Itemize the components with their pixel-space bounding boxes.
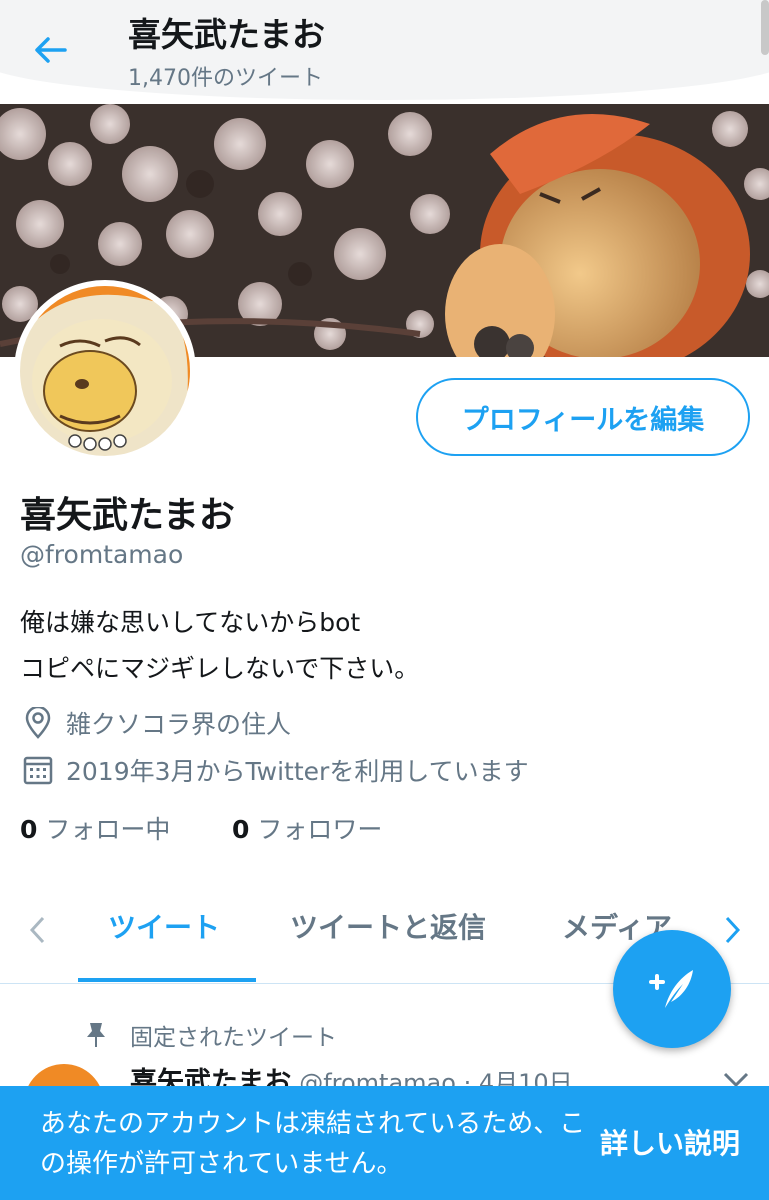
following-link[interactable]: 0 フォロー中	[20, 810, 170, 846]
suspended-message: あなたのアカウントは凍結されているため、この操作が許可されていません。	[40, 1109, 586, 1179]
edit-profile-button[interactable]: プロフィールを編集	[416, 378, 750, 456]
header-background	[0, 0, 769, 100]
followers-count: 0	[232, 815, 250, 844]
chevron-right-icon	[725, 916, 741, 944]
learn-more-button[interactable]: 詳しい説明	[600, 1122, 740, 1162]
profile-bio: 俺は嫌な思いしてないからbot コピペにマジギレしないで下さい。	[20, 600, 419, 692]
tabs-scroll-left[interactable]	[22, 910, 52, 950]
compose-tweet-icon	[649, 970, 693, 1008]
profile-location: 雑クソコラ界の住人	[20, 705, 291, 741]
tab-tweets[interactable]: ツイート	[108, 906, 220, 946]
suspended-account-banner: あなたのアカウントは凍結されているため、この操作が許可されていません。 詳しい説…	[0, 1086, 769, 1200]
following-label: フォロー中	[45, 815, 171, 844]
location-text: 雑クソコラ界の住人	[66, 710, 292, 739]
profile-handle: @fromtamao	[20, 540, 184, 569]
profile-joined: 2019年3月からTwitterを利用しています	[20, 752, 529, 788]
calendar-icon	[20, 752, 56, 788]
following-count: 0	[20, 815, 38, 844]
pinned-tweet-label: 固定されたツイート	[84, 1018, 337, 1052]
location-icon	[20, 705, 56, 741]
scroll-indicator	[761, 0, 769, 55]
profile-avatar[interactable]	[14, 280, 196, 462]
active-tab-indicator	[78, 978, 256, 982]
tab-tweets-and-replies[interactable]: ツイートと返信	[290, 906, 486, 946]
pin-icon	[87, 1023, 105, 1047]
bio-line: コピペにマジギレしないで下さい。	[20, 654, 420, 683]
bio-line: 俺は嫌な思いしてないからbot	[20, 608, 361, 637]
pinned-label-text: 固定されたツイート	[130, 1025, 337, 1051]
joined-text: 2019年3月からTwitterを利用しています	[66, 757, 529, 786]
back-button[interactable]	[28, 28, 72, 72]
back-arrow-icon	[35, 37, 67, 63]
header-title: 喜矢武たまお	[128, 15, 326, 54]
followers-label: フォロワー	[257, 815, 383, 844]
tabs-scroll-right[interactable]	[718, 910, 748, 950]
chevron-left-icon	[29, 916, 45, 944]
top-bar: 喜矢武たまお 1,470件のツイート	[0, 0, 769, 100]
compose-tweet-button[interactable]	[613, 930, 731, 1048]
profile-name: 喜矢武たまお	[20, 495, 235, 536]
tweet-count: 1,470件のツイート	[128, 66, 323, 91]
avatar-image	[20, 286, 190, 456]
followers-link[interactable]: 0 フォロワー	[232, 810, 382, 846]
